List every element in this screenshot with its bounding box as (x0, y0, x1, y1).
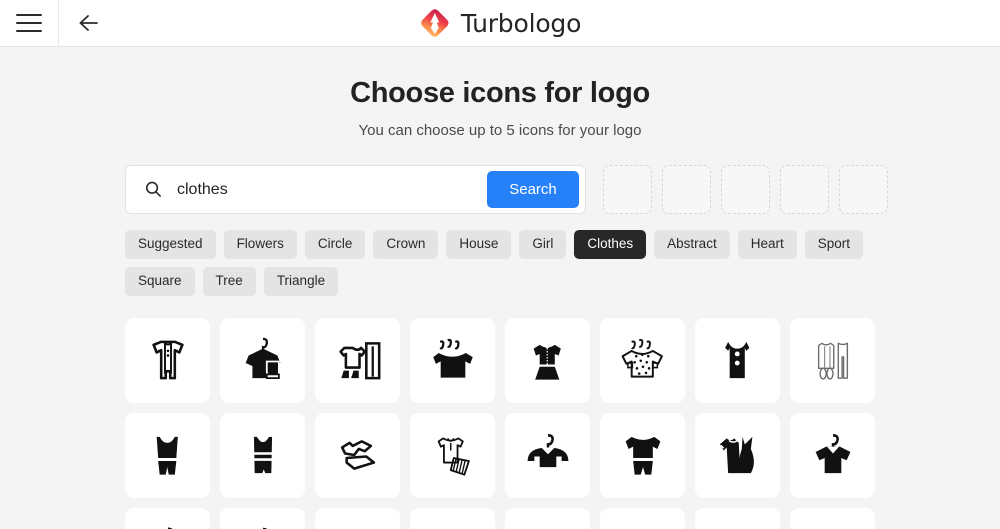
icon-tile[interactable] (695, 412, 780, 498)
category-tag-triangle[interactable]: Triangle (263, 266, 339, 296)
search-input[interactable] (177, 166, 487, 213)
icon-tile[interactable] (315, 412, 400, 498)
icon-tile[interactable] (790, 412, 875, 498)
app-header: Turbologo (0, 0, 1000, 47)
icon-tile[interactable] (220, 507, 305, 529)
icon-tile[interactable] (410, 412, 495, 498)
category-tag-house[interactable]: House (446, 230, 512, 259)
brand-logo[interactable]: Turbologo (419, 7, 581, 39)
category-tag-tree[interactable]: Tree (202, 266, 256, 296)
category-tag-circle[interactable]: Circle (304, 230, 366, 259)
vneck-shirt-hanger-icon (527, 434, 568, 468)
striped-romper-icon (253, 437, 272, 474)
tshirt-hanger-boot-icon (245, 337, 280, 380)
tshirt-on-hanger-icon (815, 434, 850, 474)
polkadot-shirts-hangers-icon (621, 339, 663, 378)
icon-tile[interactable] (125, 317, 210, 403)
shirt-dress-pair-icon (719, 437, 754, 474)
icon-tile[interactable] (600, 317, 685, 403)
icon-tile[interactable] (125, 412, 210, 498)
hamburger-menu-icon (16, 14, 42, 32)
tshirt-outline-round-icon (517, 519, 579, 529)
search-icon (145, 181, 161, 197)
blouse-striped-skirt-icon (437, 437, 470, 476)
brand-name: Turbologo (460, 8, 582, 38)
icon-tile[interactable] (125, 507, 210, 529)
icon-tile[interactable] (505, 317, 590, 403)
category-tag-list: Suggested Flowers Circle Crown House Girl Clot… (125, 230, 885, 296)
tanktop-shorts-icon (156, 437, 178, 475)
filled-hanger-garment-icon (167, 527, 172, 529)
icon-tile[interactable] (315, 317, 400, 403)
selected-slot-5[interactable] (839, 165, 888, 214)
outline-hanger-garment-icon (262, 527, 267, 529)
category-tag-crown[interactable]: Crown (373, 230, 439, 259)
top-pants-shoes-outline-icon (817, 342, 848, 380)
icon-tile[interactable] (410, 317, 495, 403)
selected-slot-4[interactable] (780, 165, 829, 214)
tshirt-boots-pants-icon (338, 342, 380, 380)
selected-slot-2[interactable] (662, 165, 711, 214)
search-button[interactable]: Search (487, 171, 579, 208)
icon-tile[interactable] (790, 317, 875, 403)
baby-romper-suspenders-icon (151, 340, 184, 380)
buttoned-coat-icon (724, 342, 749, 379)
category-tag-heart[interactable]: Heart (737, 230, 797, 259)
tshirt-shorts-icon (625, 437, 660, 475)
blouse-skirt-dress-icon (533, 343, 561, 380)
selected-slot-1[interactable] (603, 165, 652, 214)
tshirt-vneck-thin-icon (802, 519, 864, 529)
icon-tile[interactable] (220, 412, 305, 498)
category-tag-flowers[interactable]: Flowers (223, 230, 297, 259)
category-tag-sport[interactable]: Sport (804, 230, 863, 259)
icon-results-grid (125, 317, 1000, 529)
category-tag-abstract[interactable]: Abstract (654, 230, 730, 259)
bowtie-icon (327, 519, 389, 529)
turbologo-diamond-flame-icon (421, 9, 449, 37)
page-subtitle: You can choose up to 5 icons for your lo… (358, 122, 642, 139)
category-tag-girl[interactable]: Girl (519, 230, 567, 259)
tshirt-vneck-bold-icon (707, 519, 769, 529)
menu-button[interactable] (0, 0, 58, 46)
back-button[interactable] (59, 0, 117, 46)
selected-icon-slots (603, 165, 888, 214)
search-row: Search (125, 165, 1000, 214)
icon-tile[interactable] (410, 507, 495, 529)
icon-tile[interactable] (695, 317, 780, 403)
icon-tile[interactable] (315, 507, 400, 529)
tshirt-vneck-outline-icon (612, 519, 674, 529)
icon-tile[interactable] (600, 412, 685, 498)
page-title: Choose icons for logo (350, 77, 650, 109)
selected-slot-3[interactable] (721, 165, 770, 214)
category-tag-suggested[interactable]: Suggested (125, 230, 216, 259)
back-arrow-icon (79, 15, 98, 31)
icon-tile[interactable] (505, 412, 590, 498)
category-tag-clothes[interactable]: Clothes (574, 230, 647, 259)
search-box[interactable]: Search (125, 165, 586, 214)
two-tshirts-hangers-icon (431, 339, 474, 379)
icon-tile[interactable] (220, 317, 305, 403)
page-body: Choose icons for logo You can choose up … (0, 47, 1000, 529)
category-tag-square[interactable]: Square (125, 266, 195, 296)
icon-tile[interactable] (790, 507, 875, 529)
icon-tile[interactable] (695, 507, 780, 529)
icon-tile[interactable] (600, 507, 685, 529)
tshirt-outline-thick-icon (422, 519, 484, 529)
folded-clothes-icon (340, 440, 375, 471)
icon-tile[interactable] (505, 507, 590, 529)
